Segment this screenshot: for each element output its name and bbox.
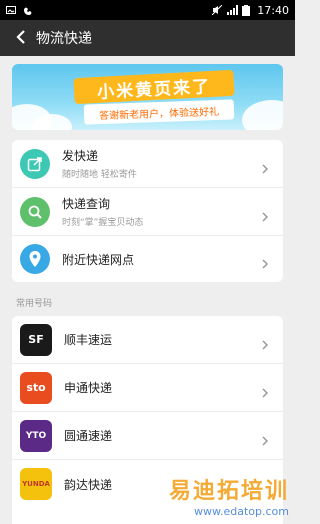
chevron-right-icon	[261, 383, 271, 398]
battery-icon	[242, 5, 252, 16]
action-label: 发快递	[62, 149, 99, 163]
actions-card: 发快递 随时随地 轻松寄件 快递查询 时刻“掌”握宝贝动态 附近快递网点	[12, 140, 283, 282]
back-button[interactable]	[10, 27, 32, 49]
cloud-decoration	[32, 114, 72, 130]
yto-express-logo: YTO	[20, 419, 52, 452]
action-send-package[interactable]: 发快递 随时随地 轻松寄件	[12, 140, 283, 188]
courier-label: 韵达快递	[64, 477, 113, 492]
courier-label: 圆通速递	[64, 429, 113, 443]
courier-label: 顺丰速运	[64, 333, 113, 347]
action-hint: 时刻“掌”握宝贝动态	[62, 218, 144, 228]
chevron-right-icon	[261, 335, 271, 350]
search-icon	[20, 196, 50, 227]
sf-express-logo: SF	[20, 323, 52, 356]
logo-text: sto	[26, 381, 46, 394]
watermark-title: 易迪拓培训	[168, 479, 289, 504]
chevron-right-icon	[261, 254, 271, 269]
image-notification-icon	[6, 5, 16, 15]
status-time: 17:40	[257, 3, 289, 17]
banner-headline: 小米黄页来了	[73, 69, 235, 105]
action-label: 附近快递网点	[62, 252, 135, 267]
courier-row-sto[interactable]: sto 申通快递	[12, 364, 283, 412]
section-label-common-numbers: 常用号码	[16, 299, 53, 309]
location-pin-icon	[20, 244, 50, 274]
page-title: 物流快递	[36, 31, 92, 47]
promo-banner[interactable]: 小米黄页来了 答谢新老用户，体验送好礼	[12, 64, 283, 130]
courier-row-yto[interactable]: YTO 圆通速递	[12, 412, 283, 460]
action-nearby-points[interactable]: 附近快递网点	[12, 236, 283, 282]
cloud-decoration	[242, 100, 283, 130]
yunda-express-logo: YUNDA	[20, 468, 52, 500]
action-label: 快递查询	[62, 197, 111, 211]
status-bar: 17:40	[0, 0, 295, 20]
courier-row-sf[interactable]: SF 顺丰速运	[12, 316, 283, 364]
send-package-icon	[20, 148, 50, 179]
banner-subline: 答谢新老用户，体验送好礼	[83, 99, 235, 125]
watermark: 易迪拓培训 www.edatop.com	[169, 473, 289, 518]
logo-text: YUNDA	[22, 480, 50, 488]
logo-text: YTO	[25, 430, 47, 441]
chevron-right-icon	[261, 207, 271, 222]
sto-express-logo: sto	[20, 371, 52, 404]
mute-icon	[211, 4, 223, 16]
voicemail-icon	[22, 5, 32, 15]
action-track-package[interactable]: 快递查询 时刻“掌”握宝贝动态	[12, 188, 283, 236]
watermark-url: www.edatop.com	[194, 505, 289, 518]
chevron-right-icon	[261, 159, 271, 174]
logo-text: SF	[28, 333, 44, 346]
app-header: 物流快递	[0, 20, 295, 56]
courier-label: 申通快递	[64, 381, 113, 395]
chevron-left-icon	[15, 29, 27, 48]
action-hint: 随时随地 轻松寄件	[62, 170, 137, 180]
chevron-right-icon	[261, 431, 271, 446]
signal-icon	[227, 5, 239, 15]
